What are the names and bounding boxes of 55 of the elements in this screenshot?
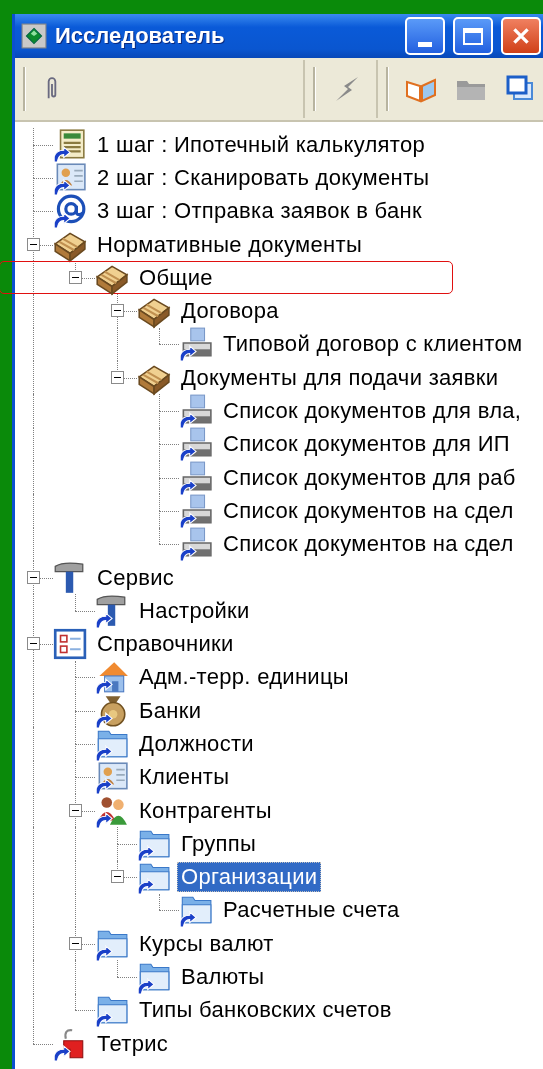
tree-item[interactable]: Список документов для ИП — [219, 429, 514, 460]
collapse-toggle[interactable] — [111, 370, 124, 384]
tree-item[interactable]: Сервис — [93, 562, 179, 593]
tree-item[interactable]: Типовой договор с клиентом — [219, 329, 527, 360]
tree-item[interactable]: Адм.-терр. единицы — [135, 662, 353, 693]
tree-item[interactable]: Расчетные счета — [219, 895, 404, 926]
tree-item[interactable]: Список документов на сдел — [219, 529, 518, 560]
contact-card-icon — [93, 759, 129, 796]
tree-item[interactable]: Справочники — [93, 629, 238, 660]
at-sign-icon — [51, 193, 87, 230]
tree-item[interactable]: Банки — [135, 695, 206, 726]
printer-icon — [177, 459, 213, 496]
collapse-toggle[interactable] — [69, 803, 82, 817]
tree-item[interactable]: Контрагенты — [135, 795, 276, 826]
tree-item[interactable]: 1 шаг : Ипотечный калькулятор — [93, 129, 429, 160]
house-icon — [93, 659, 129, 696]
minimize-icon — [418, 41, 432, 47]
printer-icon — [177, 426, 213, 463]
collapse-toggle[interactable] — [27, 570, 40, 584]
collapse-toggle[interactable] — [27, 637, 40, 651]
tree-item[interactable]: Нормативные документы — [93, 229, 366, 260]
tree-item[interactable]: Общие — [135, 262, 217, 293]
tree-item[interactable]: Курсы валют — [135, 928, 278, 959]
maximize-icon — [463, 27, 483, 45]
minimize-button[interactable] — [405, 17, 445, 55]
printer-icon — [177, 326, 213, 363]
tree-item[interactable]: Клиенты — [135, 762, 234, 793]
tree-item[interactable]: Валюты — [177, 962, 269, 993]
collapse-toggle[interactable] — [111, 304, 124, 318]
collapse-toggle[interactable] — [27, 237, 40, 251]
printer-icon — [177, 393, 213, 430]
tree-item[interactable]: Типы банковских счетов — [135, 995, 396, 1026]
app-icon — [21, 23, 47, 49]
tree-item[interactable]: Список документов для вла, — [219, 396, 526, 426]
tree-item[interactable]: 2 шаг : Сканировать документы — [93, 162, 434, 193]
window-title: Исследователь — [55, 23, 226, 49]
tree-item[interactable]: Договора — [177, 296, 283, 327]
tree-item[interactable]: Группы — [177, 828, 261, 859]
tree-item[interactable]: 3 шаг : Отправка заявок в банк — [93, 196, 426, 227]
printer-icon — [177, 526, 213, 563]
tree-item[interactable]: Тетрис — [93, 1028, 173, 1059]
maximize-button[interactable] — [453, 17, 493, 55]
tree-item[interactable]: Организации — [177, 862, 322, 893]
close-icon — [510, 25, 532, 47]
tree-item[interactable]: Должности — [135, 729, 258, 759]
tree-item[interactable]: Список документов на сдел — [219, 495, 518, 526]
tree-item[interactable]: Список документов для раб — [219, 462, 520, 493]
collapse-toggle[interactable] — [69, 936, 82, 950]
close-button[interactable] — [501, 17, 541, 55]
tree-item[interactable]: Документы для подачи заявки — [177, 362, 503, 393]
collapse-toggle[interactable] — [111, 870, 124, 884]
printer-icon — [177, 492, 213, 529]
collapse-toggle[interactable] — [69, 270, 82, 284]
calculator-icon — [51, 126, 87, 163]
tree-item[interactable]: Настройки — [135, 595, 254, 626]
